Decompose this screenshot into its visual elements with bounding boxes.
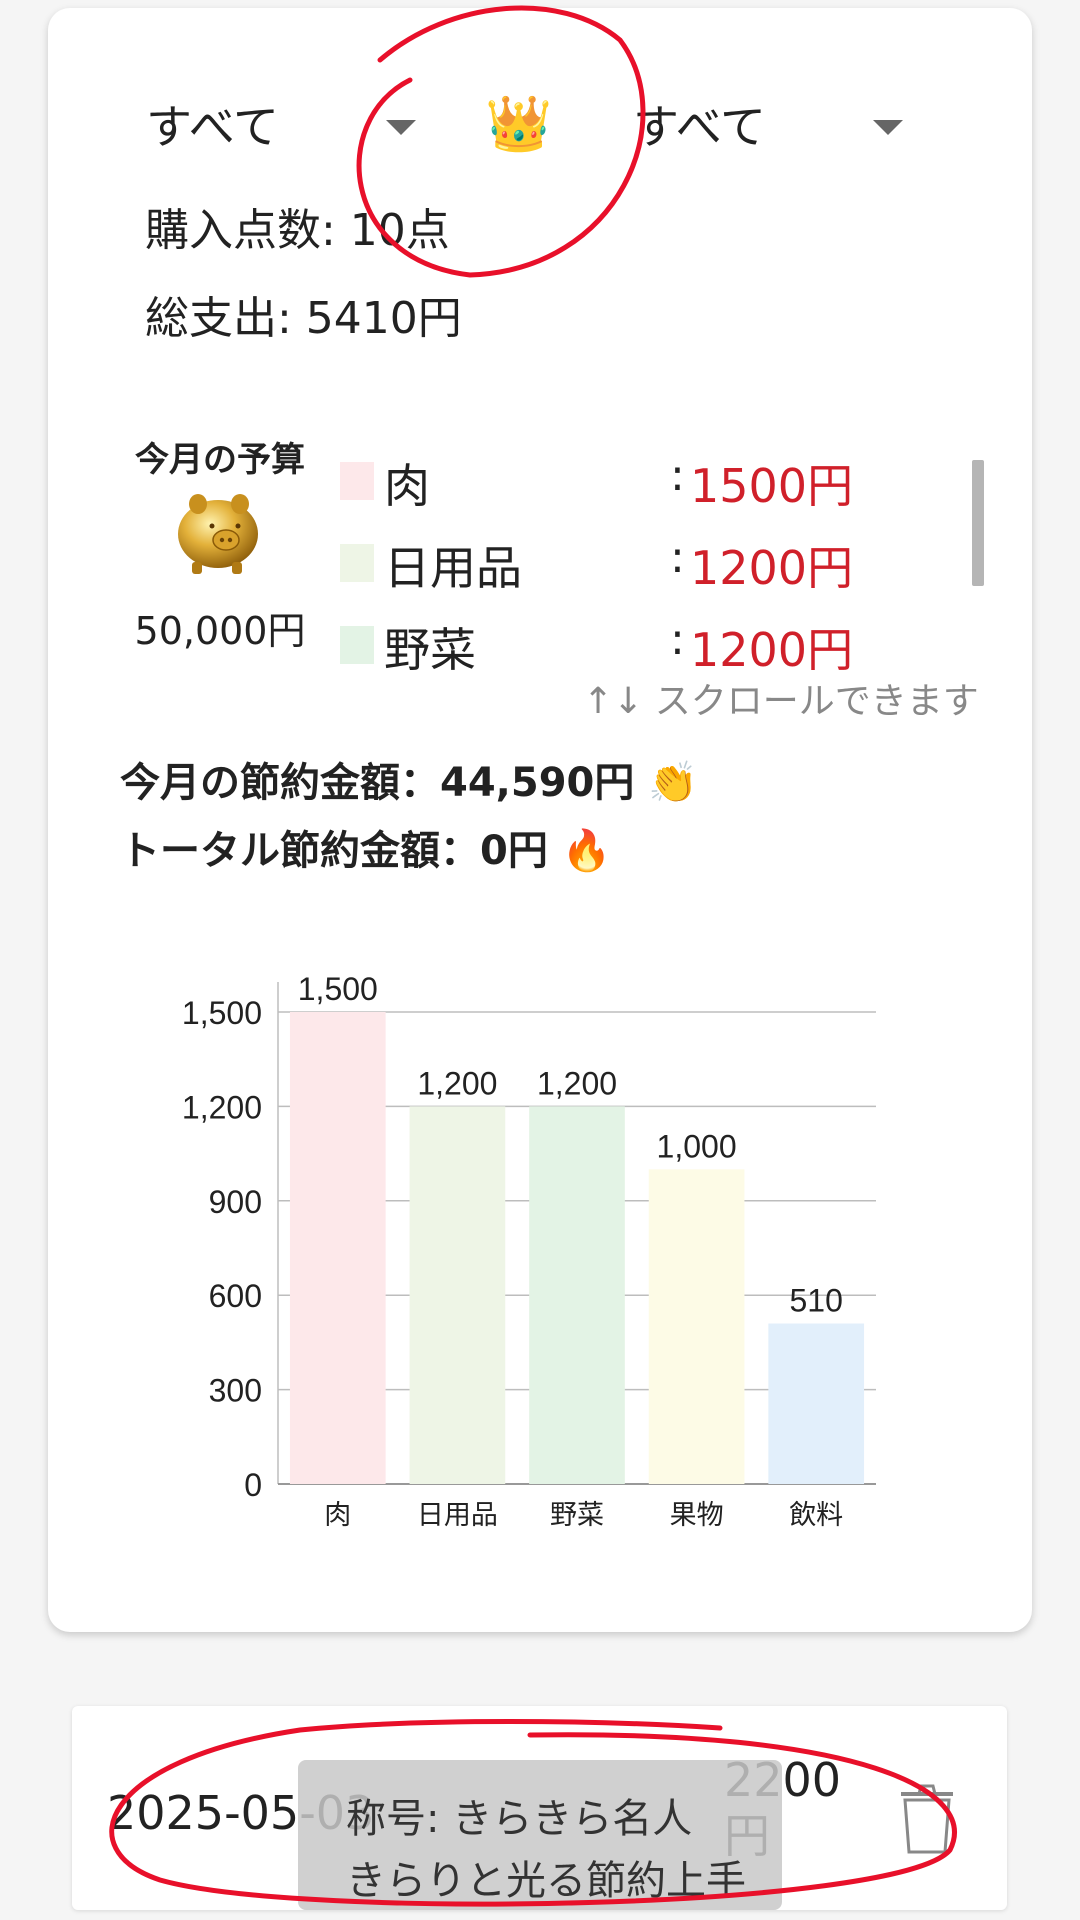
- category-colon: :: [670, 532, 685, 583]
- period-filter-label: すべて: [633, 100, 766, 154]
- trash-icon[interactable]: [897, 1782, 957, 1856]
- budget-title: 今月の予算: [135, 440, 305, 480]
- category-filter-label: すべて: [146, 100, 279, 154]
- caret-down-icon: [386, 120, 416, 135]
- purchase-count: 購入点数: 10点: [145, 205, 450, 256]
- toast-title-line: 称号: きらきら名人: [346, 1796, 693, 1842]
- category-name: 日用品: [384, 541, 522, 595]
- budget-list-scrollbar[interactable]: [972, 460, 984, 586]
- piggy-bank-icon: [178, 494, 258, 574]
- toast-description-line: きらりと光る節約上手: [346, 1858, 746, 1904]
- title-toast: 称号: きらきら名人 きらりと光る節約上手: [298, 1760, 782, 1910]
- category-name: 野菜: [384, 623, 476, 677]
- fire-icon: 🔥: [561, 828, 612, 874]
- category-color-swatch: [340, 462, 374, 500]
- category-color-swatch: [340, 626, 374, 664]
- clapping-hands-icon: 👏: [648, 760, 699, 806]
- category-colon: :: [670, 614, 685, 665]
- period-filter-dropdown[interactable]: すべて: [633, 92, 933, 156]
- total-savings-label: トータル節約金額：0円: [120, 828, 548, 874]
- category-colon: :: [670, 450, 685, 501]
- category-name: 肉: [384, 459, 430, 513]
- budget-amount: 50,000円: [134, 609, 306, 653]
- crown-icon[interactable]: 👑: [485, 92, 552, 156]
- budget-category-row: 肉 : 1500円: [340, 448, 900, 518]
- budget-category-row: 日用品 : 1200円: [340, 530, 900, 600]
- scroll-hint: ↑↓ スクロールできます: [583, 681, 979, 722]
- category-amount: 1200円: [690, 541, 854, 595]
- monthly-savings: 今月の節約金額：44,590円 👏: [120, 750, 698, 808]
- caret-down-icon: [873, 120, 903, 135]
- category-amount: 1500円: [690, 459, 854, 513]
- total-savings: トータル節約金額：0円 🔥: [120, 818, 612, 876]
- category-color-swatch: [340, 544, 374, 582]
- total-spending: 総支出: 5410円: [145, 293, 462, 344]
- category-filter-dropdown[interactable]: すべて: [146, 92, 416, 156]
- summary-card: すべて 👑 すべて 購入点数: 10点 総支出: 5410円 今月の予算 50,…: [48, 8, 1032, 1632]
- monthly-savings-label: 今月の節約金額：44,590円: [120, 760, 635, 806]
- category-amount: 1200円: [690, 623, 854, 677]
